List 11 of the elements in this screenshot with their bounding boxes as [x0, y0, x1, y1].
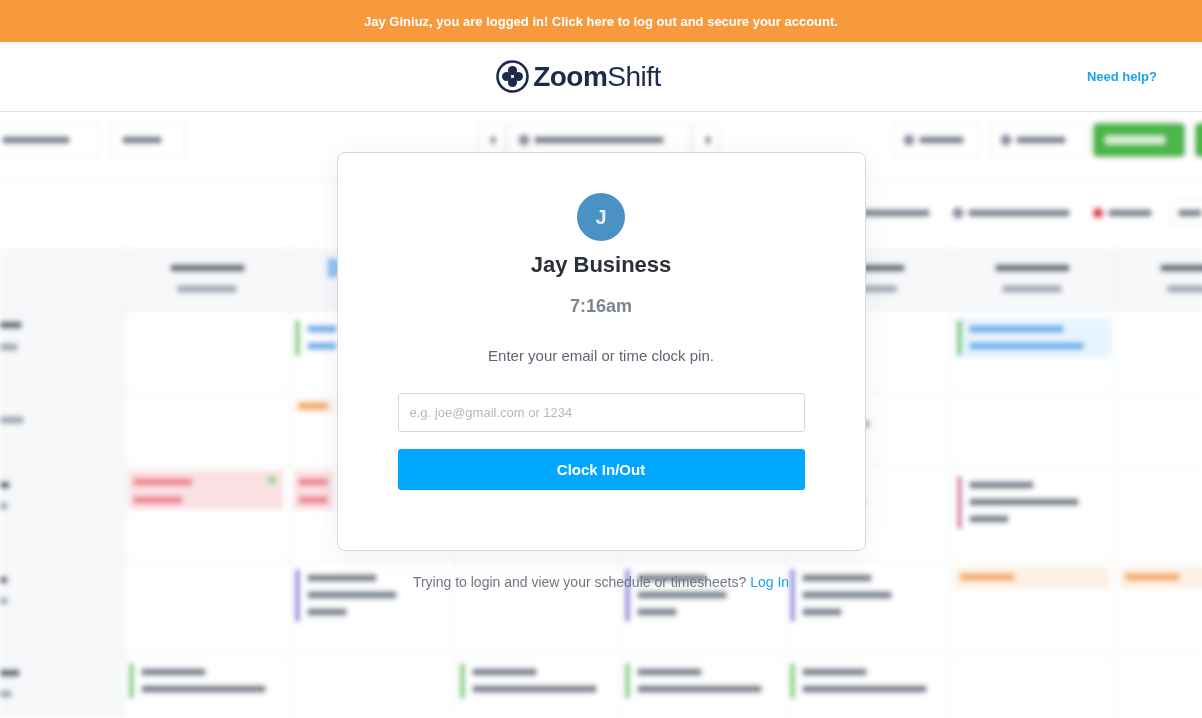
clock-in-out-button[interactable]: Clock In/Out — [397, 449, 805, 490]
need-help-link[interactable]: Need help? — [1086, 69, 1157, 84]
user-avatar: J — [577, 193, 625, 241]
log-in-link[interactable]: Log In — [750, 574, 790, 590]
clock-in-prompt: Enter your email or time clock pin. — [488, 346, 714, 366]
logo-icon — [496, 60, 530, 93]
current-time: 7:16am — [569, 295, 632, 318]
email-or-pin-field[interactable]: e.g. joe@gmail.com or 1234 — [397, 393, 805, 432]
business-name: Jay Business — [530, 251, 672, 279]
logged-in-notice-link[interactable]: Jay Giniuz, you are logged in! Click here to log out and secure your account. — [364, 13, 838, 29]
logo-wordmark: ZoomShift — [533, 59, 661, 94]
